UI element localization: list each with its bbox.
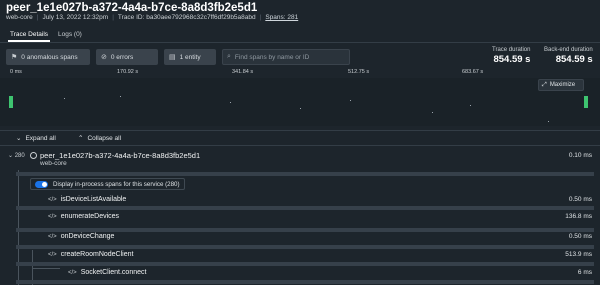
backend-duration-value: 854.59 s [555, 54, 593, 65]
backend-duration: Back-end duration 854.59 s [544, 47, 593, 65]
span-bar [16, 206, 594, 210]
expand-arrows-icon: ⤢ [542, 81, 547, 88]
errors-filter[interactable]: ⊘ 0 errors [96, 49, 158, 65]
span-name: onDeviceChange [60, 233, 115, 240]
in-process-label: Display in-process spans for this servic… [53, 180, 180, 188]
anomaly-icon: ⚑ [11, 54, 18, 61]
span-bar [16, 172, 594, 176]
anomalous-spans-label: 0 anomalous spans [21, 53, 78, 61]
span-row-name[interactable]: </> SocketClient.connect [68, 269, 146, 276]
span-marker [470, 105, 471, 106]
search-placeholder: Find spans by name or ID [234, 53, 310, 61]
span-bar [16, 280, 594, 284]
trace-id: Trace ID: ba30aee792968c32c7ff6df29b5a8a… [117, 14, 256, 21]
tab-bar: Trace Details Logs (0) [0, 28, 600, 43]
trace-date: July 13, 2022 12:32pm [42, 14, 109, 21]
span-bar [16, 228, 594, 232]
trace-title: peer_1e1e027b-a372-4a4a-b7ce-8a8d3fb2e5d… [6, 2, 258, 14]
span-duration: 0.50 ms [568, 196, 592, 203]
span-row-name[interactable]: </> enumerateDevices [48, 213, 119, 220]
span-marker [432, 112, 433, 113]
child-count: 280 [14, 153, 25, 159]
collapse-all-label: Collapse all [87, 134, 122, 142]
span-name: isDeviceListAvailable [60, 196, 127, 203]
ruler-tick: 683.67 s [462, 69, 484, 75]
span-duration: 513.9 ms [565, 251, 592, 258]
span-name: createRoomNodeClient [60, 251, 134, 258]
ruler-tick: 512.75 s [348, 69, 370, 75]
separator: | [259, 14, 262, 21]
search-icon: ⌕ [227, 53, 231, 60]
span-duration: 6 ms [577, 269, 592, 276]
anomalous-spans-filter[interactable]: ⚑ 0 anomalous spans [6, 49, 90, 65]
span-marker [548, 121, 549, 122]
root-span-service: web-core [40, 160, 67, 167]
in-process-toggle-row[interactable]: Display in-process spans for this servic… [30, 178, 185, 190]
code-icon: </> [68, 270, 77, 276]
span-marker [230, 102, 231, 103]
trace-duration-value: 854.59 s [493, 54, 531, 65]
span-row-name[interactable]: </> createRoomNodeClient [48, 251, 133, 258]
backend-duration-label: Back-end duration [544, 47, 593, 53]
span-bar [16, 245, 594, 249]
error-icon: ⊘ [101, 54, 107, 61]
expand-all-button[interactable]: ⌄ Expand all [16, 134, 56, 143]
globe-icon [30, 152, 37, 159]
service-name: web-core [6, 14, 33, 21]
ruler-tick: 341.84 s [232, 69, 254, 75]
chevron-down-icon: ⌄ [16, 135, 22, 142]
code-icon: </> [48, 214, 57, 220]
tree-actions: ⌄ Expand all ⌃ Collapse all [0, 130, 600, 146]
ruler-tick: 0 ms [10, 69, 22, 75]
span-bar [16, 262, 594, 266]
code-icon: </> [48, 197, 57, 203]
entity-icon: ▤ [169, 54, 176, 61]
chevron-up-icon: ⌃ [78, 135, 84, 142]
tab-trace-details[interactable]: Trace Details [10, 31, 48, 38]
root-span-duration: 0.10 ms [568, 152, 592, 159]
root-span-toggle[interactable]: ⌄ 280 [8, 152, 25, 159]
chevron-down-icon: ⌄ [8, 153, 14, 159]
tab-logs[interactable]: Logs (0) [58, 31, 82, 38]
collapse-all-button[interactable]: ⌃ Collapse all [78, 134, 122, 143]
span-marker [350, 100, 351, 101]
separator: | [112, 14, 114, 21]
code-icon: </> [48, 252, 57, 258]
timeline-minimap[interactable]: ⤢ Maximize [0, 78, 600, 126]
maximize-button[interactable]: ⤢ Maximize [538, 79, 584, 91]
code-icon: </> [48, 234, 57, 240]
span-search-input[interactable]: ⌕ Find spans by name or ID [222, 49, 350, 65]
maximize-label: Maximize [549, 82, 576, 88]
root-span-name[interactable]: peer_1e1e027b-a372-4a4a-b7ce-8a8d3fb2e5d… [40, 151, 200, 160]
minimap-left-handle[interactable] [9, 96, 13, 108]
span-row-name[interactable]: </> onDeviceChange [48, 233, 114, 240]
trace-duration-label: Trace duration [492, 47, 531, 53]
ruler-tick: 170.92 s [117, 69, 139, 75]
span-row-name[interactable]: </> isDeviceListAvailable [48, 196, 126, 203]
span-marker [64, 98, 65, 99]
trace-duration: Trace duration 854.59 s [492, 47, 530, 65]
span-name: enumerateDevices [60, 213, 120, 220]
active-tab-indicator [8, 40, 50, 42]
tree-line [32, 268, 60, 269]
span-marker [300, 108, 301, 109]
span-duration: 136.8 ms [565, 213, 592, 220]
trace-meta: web-core | July 13, 2022 12:32pm | Trace… [6, 14, 298, 21]
minimap-right-handle[interactable] [584, 96, 588, 108]
entity-label: 1 entity [179, 53, 201, 61]
errors-label: 0 errors [110, 53, 134, 61]
separator: | [36, 14, 39, 21]
filter-bar: ⚑ 0 anomalous spans ⊘ 0 errors ▤ 1 entit… [6, 49, 350, 65]
span-duration: 0.50 ms [568, 233, 592, 240]
in-process-switch[interactable] [35, 180, 48, 188]
span-name: SocketClient.connect [80, 269, 147, 276]
expand-all-label: Expand all [25, 134, 56, 142]
spans-count-link[interactable]: Spans: 281 [265, 14, 298, 21]
entity-filter[interactable]: ▤ 1 entity [164, 49, 216, 65]
span-marker [120, 96, 121, 97]
